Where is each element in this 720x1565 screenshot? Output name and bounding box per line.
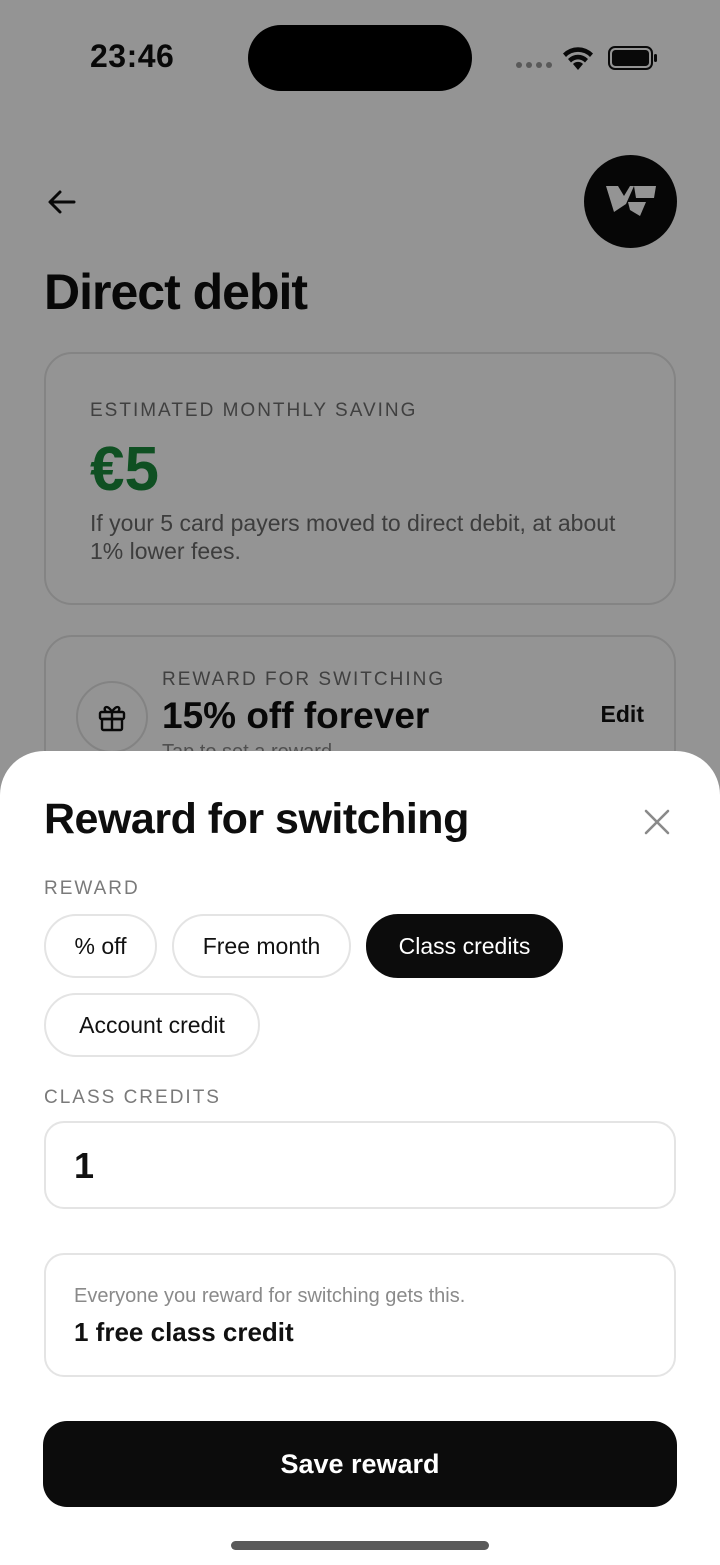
summary-value: 1 free class credit [74,1317,294,1347]
chip-class-credits[interactable]: Class credits [366,914,563,978]
chip-percent-off[interactable]: % off [44,914,157,978]
chip-free-month[interactable]: Free month [172,914,351,978]
summary-note: Everyone you reward for switching gets t… [74,1285,466,1307]
reward-type-label: REWARD [44,878,140,899]
class-credits-label: CLASS CREDITS [44,1087,221,1108]
close-button[interactable] [634,799,680,845]
class-credits-input[interactable]: 1 [44,1121,676,1209]
save-reward-button[interactable]: Save reward [43,1421,677,1507]
close-icon [644,809,670,835]
reward-summary: Everyone you reward for switching gets t… [44,1253,676,1377]
home-indicator [231,1541,489,1550]
class-credits-value: 1 [74,1145,95,1186]
reward-sheet: Reward for switching REWARD % off Free m… [0,751,720,1565]
chip-account-credit[interactable]: Account credit [44,993,260,1057]
sheet-title: Reward for switching [44,795,469,843]
